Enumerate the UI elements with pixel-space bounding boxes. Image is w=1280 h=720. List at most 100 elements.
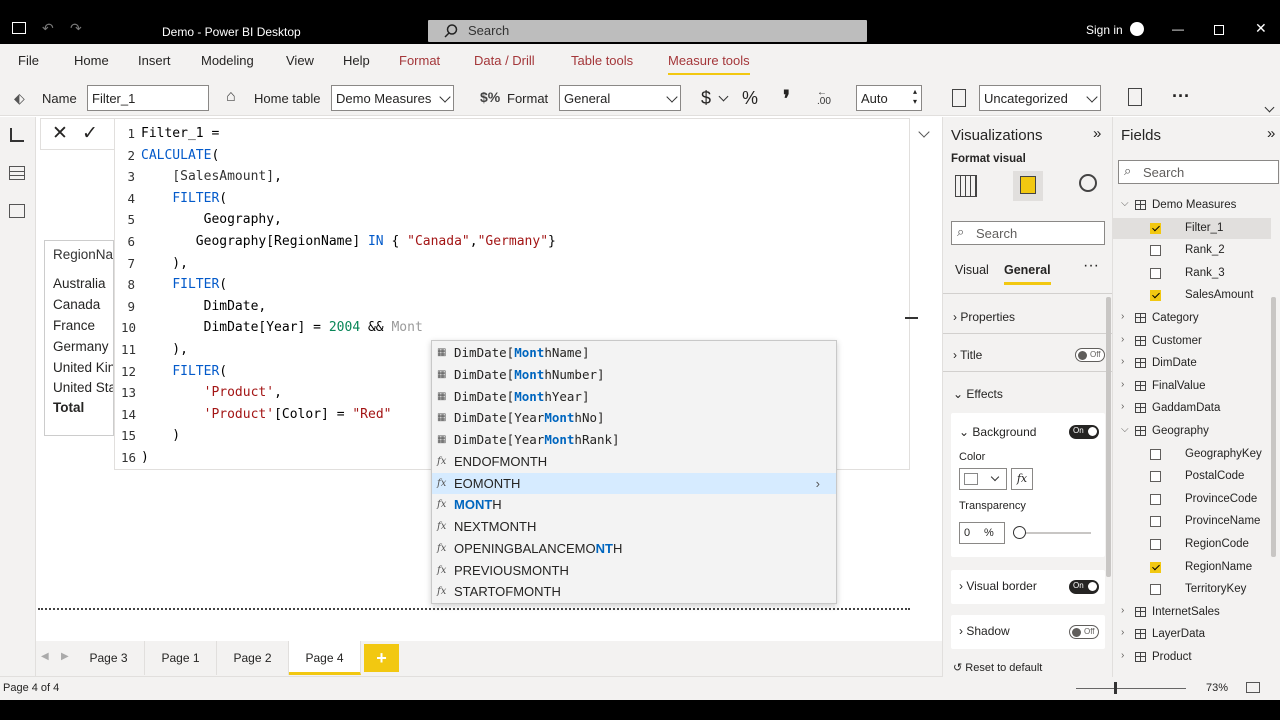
color-picker[interactable]	[959, 468, 1007, 490]
title-toggle[interactable]: Off	[1075, 348, 1105, 362]
decimals-input[interactable]: Auto ▴ ▾	[856, 85, 922, 111]
suggestion-item[interactable]: fx ENDOFMONTH	[432, 451, 836, 473]
next-page-icon[interactable]: ▶	[61, 651, 69, 662]
calculator-icon[interactable]	[1128, 88, 1142, 106]
background-header[interactable]: ⌄ Background	[959, 425, 1036, 439]
name-input[interactable]: Filter_1	[87, 85, 209, 111]
field-table[interactable]: › GaddamData	[1113, 398, 1271, 419]
suggestion-item[interactable]: ▦ DimDate[MonthYear]	[432, 386, 836, 408]
code-line[interactable]: FILTER(	[141, 364, 227, 379]
code-line[interactable]: 'Product'[Color] = "Red"	[141, 407, 392, 422]
suggestion-item[interactable]: ▦ DimDate[MonthName]	[432, 342, 836, 364]
field-table[interactable]: › Product	[1113, 647, 1271, 668]
suggestion-item[interactable]: fx MONTH	[432, 494, 836, 516]
effects-section[interactable]: ⌄ Effects	[953, 387, 1003, 401]
chevron-right-icon[interactable]: ›	[1121, 334, 1124, 345]
background-toggle[interactable]: On	[1069, 425, 1099, 439]
cancel-icon[interactable]: ✕	[52, 122, 68, 145]
field-checkbox[interactable]	[1150, 493, 1161, 505]
format-visual-tab[interactable]	[1013, 171, 1043, 201]
menu-data-drill[interactable]: Data / Drill	[474, 53, 535, 68]
transparency-input[interactable]: 0%	[959, 522, 1005, 544]
conditional-format-button[interactable]: fx	[1011, 468, 1033, 490]
comma-button[interactable]: ❜	[783, 86, 790, 112]
build-visual-icon[interactable]	[955, 175, 977, 197]
pane-scrollbar[interactable]	[1106, 297, 1111, 577]
chevron-right-icon[interactable]: ›	[1121, 605, 1124, 616]
field-checkbox[interactable]	[1150, 516, 1161, 528]
chevron-right-icon[interactable]: ›	[1121, 379, 1124, 390]
data-category-select[interactable]: Uncategorized	[979, 85, 1101, 111]
currency-button[interactable]: $	[701, 88, 711, 109]
suggestion-item[interactable]: fx STARTOFMONTH	[432, 581, 836, 603]
shadow-header[interactable]: › Shadow	[959, 624, 1010, 638]
code-line[interactable]: DimDate[Year] = 2004 && Mont	[141, 320, 423, 335]
field-checkbox[interactable]	[1150, 448, 1161, 460]
field-table[interactable]: ⌵ Geography	[1113, 421, 1271, 442]
chevron-down-icon[interactable]: ⌵	[1121, 424, 1129, 435]
field-item[interactable]: Rank_2	[1113, 240, 1271, 261]
field-table[interactable]: › Category	[1113, 308, 1271, 329]
field-table[interactable]: › Customer	[1113, 331, 1271, 352]
field-table[interactable]: › InternetSales	[1113, 602, 1271, 623]
collapse-pane-icon[interactable]: »	[1093, 125, 1101, 142]
pane-scrollbar[interactable]	[1271, 297, 1276, 557]
menu-file[interactable]: File	[18, 53, 39, 68]
close-icon[interactable]: ✕	[1255, 20, 1267, 37]
menu-home[interactable]: Home	[74, 53, 109, 68]
tab-page-4[interactable]: Page 4	[289, 641, 361, 675]
suggestion-item[interactable]: ▦ DimDate[MonthNumber]	[432, 364, 836, 386]
field-checkbox[interactable]	[1150, 290, 1161, 302]
chevron-right-icon[interactable]: ›	[816, 473, 820, 494]
tab-page-1[interactable]: Page 1	[145, 641, 217, 675]
chevron-right-icon[interactable]: ›	[1121, 311, 1124, 322]
field-item[interactable]: GeographyKey	[1113, 444, 1271, 465]
menu-insert[interactable]: Insert	[138, 53, 171, 68]
tab-page-3[interactable]: Page 3	[73, 641, 145, 675]
field-item[interactable]: ProvinceName	[1113, 511, 1271, 532]
field-table[interactable]: ⌵ Demo Measures	[1113, 195, 1271, 216]
chevron-down-icon[interactable]: ⌵	[1121, 198, 1129, 209]
shadow-toggle[interactable]: Off	[1069, 625, 1099, 639]
more-options-icon[interactable]: ···	[1083, 257, 1099, 275]
visual-border-header[interactable]: › Visual border	[959, 579, 1037, 593]
menu-modeling[interactable]: Modeling	[201, 53, 254, 68]
intellisense-dropdown[interactable]: ▦ DimDate[MonthName] ▦ DimDate[MonthNumber]…	[431, 340, 837, 604]
menu-measure-tools[interactable]: Measure tools	[668, 53, 750, 75]
restore-icon[interactable]	[1214, 25, 1224, 35]
commit-icon[interactable]: ✓	[82, 122, 98, 145]
field-item[interactable]: Filter_1	[1113, 217, 1271, 239]
field-item[interactable]: TerritoryKey	[1113, 579, 1271, 600]
field-table[interactable]: › FinalValue	[1113, 376, 1271, 397]
data-view-icon[interactable]	[9, 166, 25, 180]
table-header[interactable]: RegionName	[53, 247, 113, 262]
field-checkbox[interactable]	[1150, 267, 1161, 279]
chevron-right-icon[interactable]: ›	[1121, 356, 1124, 367]
avatar[interactable]	[1130, 22, 1144, 36]
menu-view[interactable]: View	[286, 53, 314, 68]
code-line[interactable]: 'Product',	[141, 385, 282, 400]
home-table-select[interactable]: Demo Measures	[331, 85, 454, 111]
code-line[interactable]: CALCULATE(	[141, 148, 219, 163]
field-item[interactable]: RegionName	[1113, 557, 1271, 578]
table-visual[interactable]: RegionName Australia Canada France Germa…	[44, 240, 114, 436]
suggestion-item[interactable]: ▦ DimDate[YearMonthNo]	[432, 407, 836, 429]
menu-help[interactable]: Help	[343, 53, 370, 68]
suggestion-item[interactable]: fx NEXTMONTH	[432, 516, 836, 538]
chevron-right-icon[interactable]: ›	[1121, 401, 1124, 412]
field-item[interactable]: ProvinceCode	[1113, 489, 1271, 510]
undo-icon[interactable]: ↶	[42, 20, 54, 37]
field-checkbox[interactable]	[1150, 584, 1161, 596]
model-view-icon[interactable]	[9, 204, 25, 218]
visual-border-toggle[interactable]: On	[1069, 580, 1099, 594]
field-item[interactable]: SalesAmount	[1113, 285, 1271, 306]
reset-to-default-link[interactable]: ↺ Reset to default	[953, 661, 1042, 674]
chevron-right-icon[interactable]: ›	[1121, 627, 1124, 638]
field-table[interactable]: › DimDate	[1113, 353, 1271, 374]
code-line[interactable]: Filter_1 =	[141, 126, 219, 141]
field-checkbox[interactable]	[1150, 561, 1161, 573]
global-search[interactable]: Search	[428, 20, 867, 42]
spinner-icon[interactable]: ▴ ▾	[913, 87, 917, 107]
code-line[interactable]: ),	[141, 256, 188, 271]
code-line[interactable]: [SalesAmount],	[141, 169, 282, 184]
